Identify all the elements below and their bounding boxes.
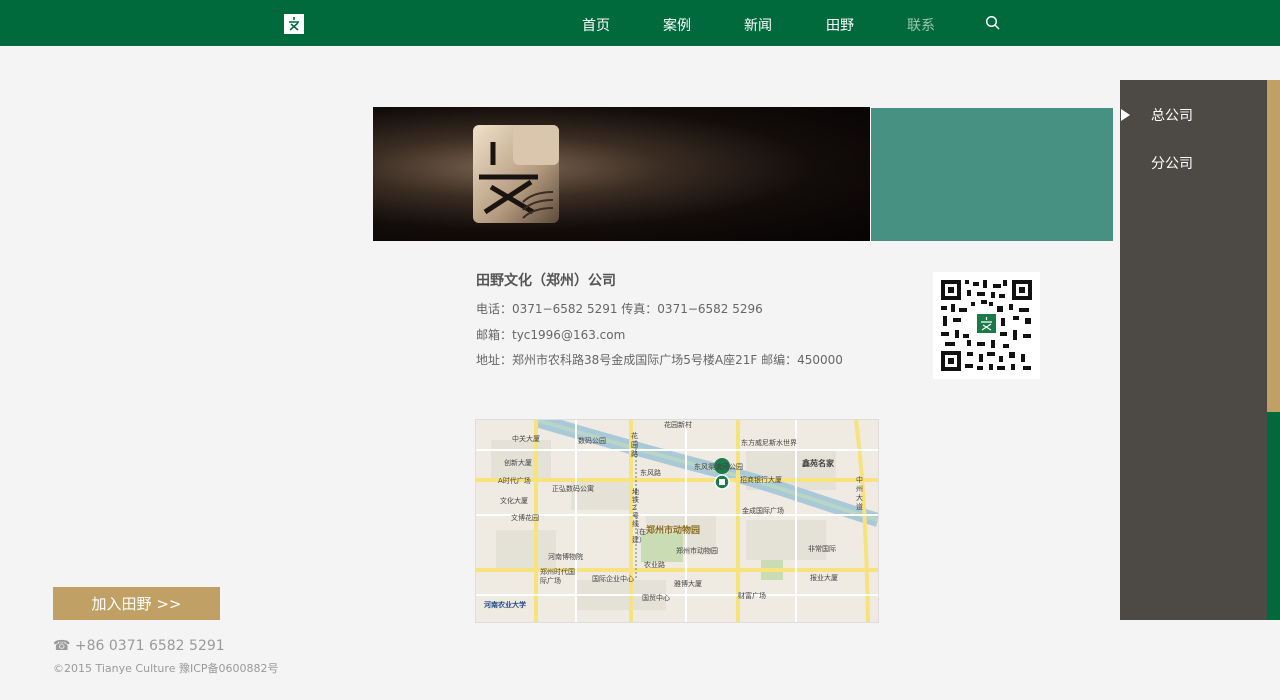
side-item-branch[interactable]: 分公司 (1151, 153, 1193, 173)
map-label: 花园新村 (664, 421, 692, 429)
location-map[interactable]: 中关大厦 数码公园 花园新村 东方威尼斯水世界 创新大厦 东风渠滨河公园 鑫苑名… (475, 419, 879, 623)
phone-fax-line: 电话：0371−6582 5291 传真：0371−6582 5296 (476, 302, 763, 316)
map-label: 雅博大厦 (674, 580, 702, 588)
join-us-button[interactable]: 加入田野 >> (53, 587, 220, 620)
nav-contact[interactable]: 联系 (907, 15, 935, 35)
banner (373, 107, 1113, 241)
map-label: A时代广场 (498, 477, 531, 485)
map-label: 郑州时代国际广场 (540, 568, 575, 585)
map-label: 报业大厦 (810, 574, 838, 582)
nav-news[interactable]: 新闻 (744, 15, 772, 35)
map-label: 郑州市动物园 (676, 547, 718, 555)
map-label: 数码公园 (578, 437, 606, 445)
side-item-headquarters[interactable]: 总公司 (1151, 105, 1193, 125)
map-label: 非常国际 (808, 545, 836, 553)
email-line: 邮箱：tyc1996@163.com (476, 328, 626, 342)
side-accent-gold (1267, 80, 1280, 412)
map-label: 东风路 (640, 469, 661, 477)
nav-home[interactable]: 首页 (582, 15, 610, 35)
map-label: 财富广场 (738, 592, 766, 600)
top-nav-bar: 首页 案例 新闻 田野 联系 (0, 0, 1280, 46)
map-label: 招商银行大厦 (740, 476, 782, 484)
map-label: 河南博物院 (548, 553, 583, 561)
company-name: 田野文化（郑州）公司 (476, 273, 616, 289)
footer-copyright: ©2015 Tianye Culture 豫ICP备0600882号 (53, 662, 279, 675)
map-label: 地铁2号线（在建） (632, 488, 646, 544)
banner-accent-block (871, 108, 1113, 241)
map-label: 东风渠滨河公园 (694, 463, 743, 471)
map-label: 河南农业大学 (484, 601, 526, 609)
map-label: 文博花园 (511, 514, 539, 522)
side-accent-green (1267, 412, 1280, 620)
map-label: 文化大厦 (500, 497, 528, 505)
map-label: 正弘数码公寓 (552, 485, 594, 493)
map-label: 创新大厦 (504, 459, 532, 467)
map-label: 花园路 (631, 432, 638, 458)
nav-cases[interactable]: 案例 (663, 15, 691, 35)
active-indicator-icon (1121, 109, 1130, 121)
qr-code (933, 272, 1040, 379)
address-line: 地址：郑州市农科路38号金成国际广场5号楼A座21F 邮编：450000 (476, 353, 843, 367)
map-label: 中关大厦 (512, 435, 540, 443)
map-label: 国际企业中心 (592, 575, 634, 583)
banner-photo (373, 107, 870, 241)
map-label: 东方威尼斯水世界 (741, 439, 797, 447)
map-label: 金成国际广场 (742, 507, 784, 515)
map-label: 中州大道 (856, 476, 863, 511)
footer-phone: ☎ +86 0371 6582 5291 (53, 638, 225, 654)
logo-cube-image (473, 125, 559, 223)
logo[interactable] (284, 14, 304, 34)
qr-code-image (939, 278, 1034, 373)
logo-icon (289, 17, 299, 31)
map-label: 鑫苑名家 (802, 459, 834, 468)
map-label: 郑州市动物园 (646, 526, 701, 536)
search-icon[interactable] (985, 15, 1001, 31)
map-label: 农业路 (644, 561, 665, 569)
map-label: 国贸中心 (642, 594, 670, 602)
nav-tianye[interactable]: 田野 (826, 15, 854, 35)
side-menu (1120, 80, 1267, 620)
